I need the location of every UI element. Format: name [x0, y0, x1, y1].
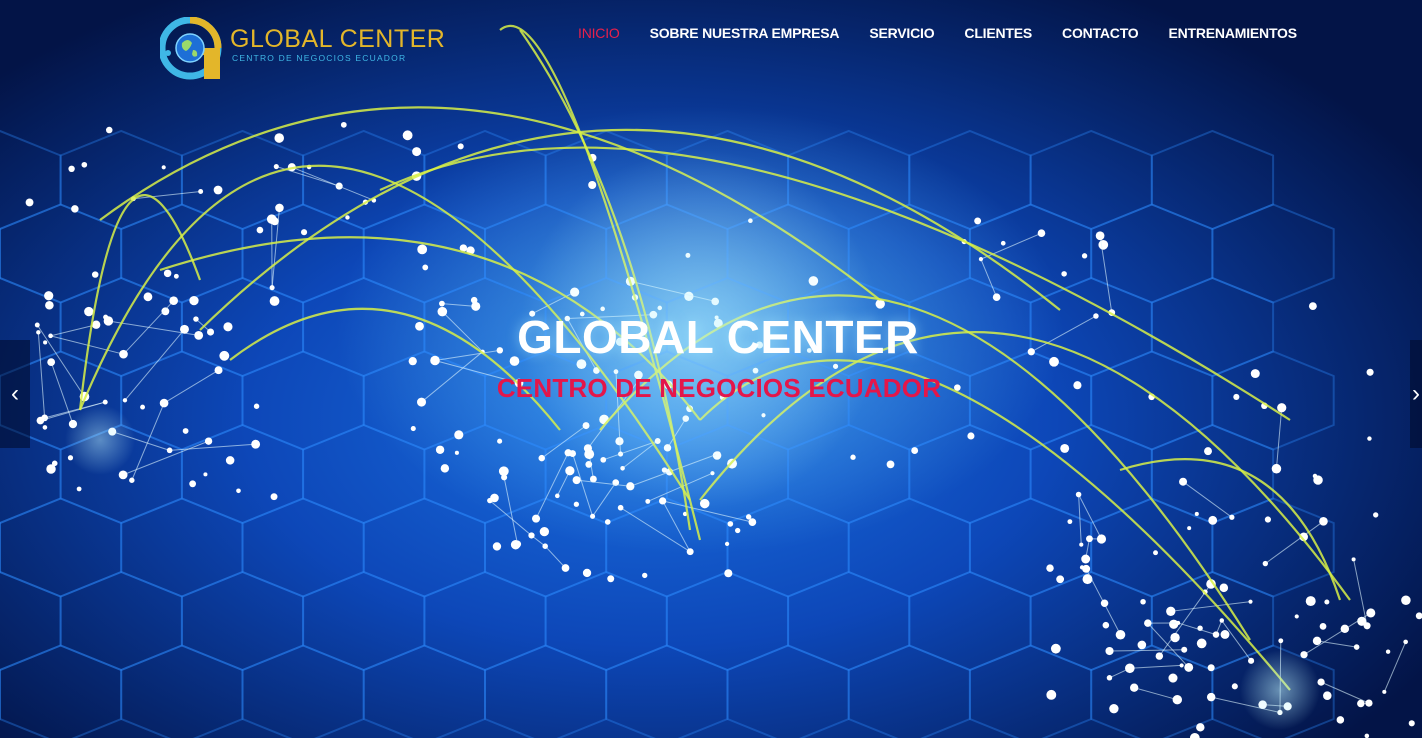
- nav-item-servicio[interactable]: SERVICIO: [869, 24, 934, 42]
- world-network-background: [0, 24, 1422, 738]
- nav-item-entrenamientos[interactable]: ENTRENAMIENTOS: [1168, 24, 1297, 42]
- nav-item-contacto[interactable]: CONTACTO: [1062, 24, 1139, 42]
- nav-item-clientes[interactable]: CLIENTES: [964, 24, 1032, 42]
- nav-item-inicio[interactable]: INICIO: [578, 24, 620, 42]
- slide-title: GLOBAL CENTER: [517, 311, 919, 363]
- nav-item-sobre-nuestra-empresa[interactable]: SOBRE NUESTRA EMPRESA: [650, 24, 840, 42]
- logo-subtitle: CENTRO DE NEGOCIOS ECUADOR: [232, 53, 407, 63]
- site-logo[interactable]: GLOBAL CENTER CENTRO DE NEGOCIOS ECUADOR: [160, 17, 445, 80]
- header: GLOBAL CENTER CENTRO DE NEGOCIOS ECUADOR…: [0, 0, 1422, 80]
- globe-g-icon: [160, 17, 222, 80]
- chevron-right-icon: ›: [1412, 380, 1420, 407]
- main-nav: INICIO SOBRE NUESTRA EMPRESA SERVICIO CL…: [578, 24, 1297, 42]
- slide-subtitle: CENTRO DE NEGOCIOS ECUADOR: [496, 373, 942, 403]
- slider-prev-button[interactable]: ‹: [0, 340, 30, 448]
- logo-title: GLOBAL CENTER: [230, 25, 446, 53]
- slider-next-button[interactable]: ›: [1410, 340, 1422, 448]
- hero-slider: GLOBAL CENTER CENTRO DE NEGOCIOS ECUADOR…: [0, 0, 1422, 738]
- chevron-left-icon: ‹: [11, 380, 19, 407]
